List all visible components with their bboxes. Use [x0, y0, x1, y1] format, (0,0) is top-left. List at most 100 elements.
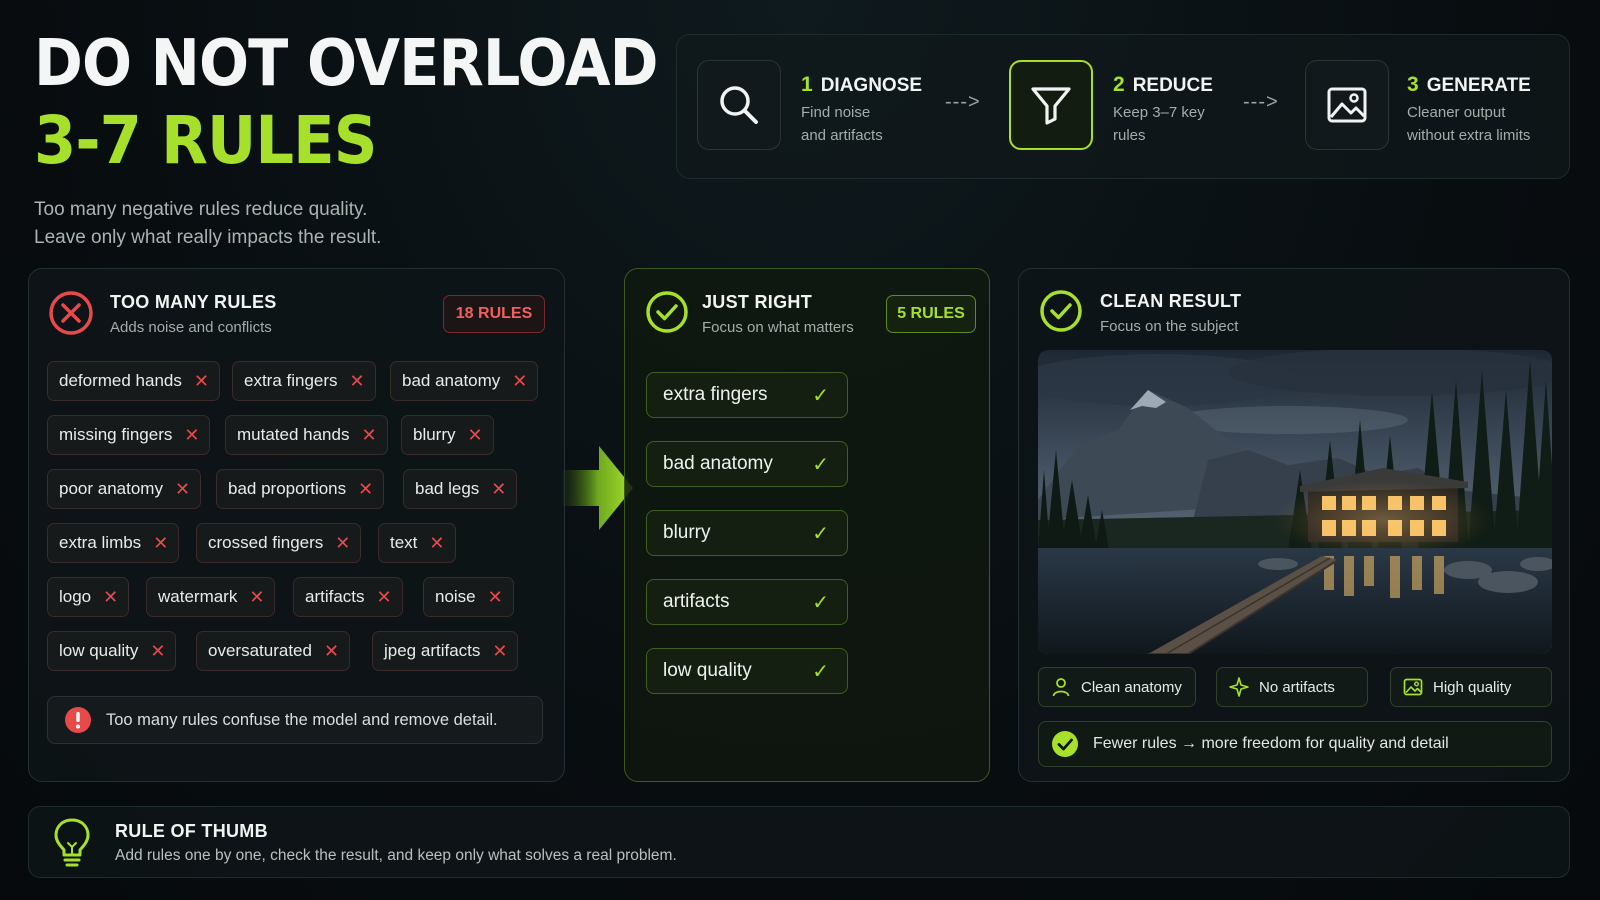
feature-no-artifacts: No artifacts: [1216, 667, 1368, 707]
rule-chip[interactable]: bad anatomy ✕: [390, 361, 539, 401]
rule-chip[interactable]: crossed fingers ✕: [196, 523, 362, 563]
step-arrow-2: --->: [1243, 91, 1279, 113]
kept-rule-label: bad anatomy: [663, 453, 773, 474]
remove-icon[interactable]: ✕: [512, 371, 527, 392]
remove-icon[interactable]: ✕: [249, 587, 264, 608]
check-circle-icon: [1040, 290, 1082, 332]
step-1-title: 1 DIAGNOSE: [801, 73, 922, 97]
chip-label: artifacts: [305, 587, 365, 606]
remove-icon[interactable]: ✕: [324, 641, 339, 662]
rule-chip[interactable]: deformed hands ✕: [47, 361, 220, 401]
page-title-line2: 3-7 RULES: [34, 102, 377, 179]
remove-icon[interactable]: ✕: [429, 533, 444, 554]
rule-chip[interactable]: artifacts ✕: [293, 577, 403, 617]
rule-count-badge-green: 5 RULES: [886, 295, 976, 333]
kept-rule[interactable]: bad anatomy ✓: [646, 441, 848, 487]
step-3-desc-line1: Cleaner output: [1407, 104, 1506, 121]
rule-chip[interactable]: poor anatomy ✕: [47, 469, 202, 509]
tip-title: RULE OF THUMB: [115, 821, 268, 841]
remove-icon[interactable]: ✕: [175, 479, 190, 500]
step-3-number: 3: [1407, 73, 1419, 96]
remove-icon[interactable]: ✕: [103, 587, 118, 608]
kept-rule[interactable]: artifacts ✓: [646, 579, 848, 625]
step-2-desc-line2: rules: [1113, 127, 1146, 144]
step-arrow-1: --->: [945, 91, 981, 113]
step-2-label: REDUCE: [1132, 75, 1213, 96]
step-1-number: 1: [801, 73, 813, 96]
chip-label: oversaturated: [208, 641, 312, 660]
step-3-desc: Cleaner output without extra limits: [1407, 101, 1530, 147]
chip-label: watermark: [158, 587, 238, 606]
page-title-line1: DO NOT OVERLOAD: [34, 27, 658, 101]
rule-chip[interactable]: logo ✕: [47, 577, 130, 617]
summary-text: Fewer rules → more freedom for quality a…: [1093, 735, 1449, 752]
rule-chip[interactable]: noise ✕: [423, 577, 514, 617]
remove-icon[interactable]: ✕: [150, 641, 165, 662]
tip-text: Add rules one by one, check the result, …: [115, 847, 677, 864]
kept-rule[interactable]: blurry ✓: [646, 510, 848, 556]
rule-chip[interactable]: mutated hands ✕: [225, 415, 388, 455]
person-icon: [1052, 678, 1070, 697]
rule-chip[interactable]: blurry ✕: [401, 415, 494, 455]
chip-label: text: [390, 533, 418, 552]
step-1-icon-box: [697, 60, 781, 150]
chip-label: logo: [59, 587, 92, 606]
just-right-subtitle: Focus on what matters: [702, 319, 854, 336]
result-image: [1038, 350, 1552, 654]
rule-chip[interactable]: text ✕: [378, 523, 456, 563]
sparkle-icon: [1229, 677, 1249, 697]
rule-chip[interactable]: bad legs ✕: [403, 469, 518, 509]
check-badge-icon: [1052, 731, 1078, 757]
remove-icon[interactable]: ✕: [184, 425, 199, 446]
warning-bar: Too many rules confuse the model and rem…: [47, 696, 543, 744]
remove-icon[interactable]: ✕: [350, 371, 365, 392]
chip-label: crossed fingers: [208, 533, 324, 552]
step-2-desc-line1: Keep 3–7 key: [1113, 104, 1205, 121]
rule-chip[interactable]: bad proportions ✕: [216, 469, 385, 509]
warning-text: Too many rules confuse the model and rem…: [106, 710, 498, 729]
remove-icon[interactable]: ✕: [488, 587, 503, 608]
check-icon: ✓: [812, 660, 829, 683]
rule-chip[interactable]: watermark ✕: [146, 577, 276, 617]
kept-rule-label: artifacts: [663, 591, 730, 612]
subtitle-line1: Too many negative rules reduce quality.: [34, 199, 368, 220]
rule-chip[interactable]: jpeg artifacts ✕: [372, 631, 519, 671]
feature-high-quality: High quality: [1390, 667, 1552, 707]
lightbulb-icon: [54, 818, 90, 867]
remove-icon[interactable]: ✕: [468, 425, 483, 446]
remove-icon[interactable]: ✕: [194, 371, 209, 392]
chip-label: bad anatomy: [402, 371, 501, 390]
step-2-number: 2: [1113, 73, 1125, 96]
rule-chip[interactable]: oversaturated ✕: [196, 631, 351, 671]
remove-icon[interactable]: ✕: [153, 533, 168, 554]
filter-icon: [1031, 87, 1071, 125]
remove-icon[interactable]: ✕: [358, 479, 373, 500]
too-many-subtitle: Adds noise and conflicts: [110, 319, 272, 336]
feature-label: No artifacts: [1259, 678, 1335, 696]
remove-icon[interactable]: ✕: [361, 425, 376, 446]
remove-icon[interactable]: ✕: [335, 533, 350, 554]
chip-label: bad legs: [415, 479, 480, 498]
step-2-title: 2 REDUCE: [1113, 73, 1213, 97]
subtitle-line2: Leave only what really impacts the resul…: [34, 227, 382, 248]
too-many-title: TOO MANY RULES: [110, 292, 277, 312]
rule-chip[interactable]: extra limbs ✕: [47, 523, 180, 563]
rule-chip[interactable]: low quality ✕: [47, 631, 177, 671]
remove-icon[interactable]: ✕: [377, 587, 392, 608]
rule-count-badge-red: 18 RULES: [443, 295, 545, 333]
chip-label: mutated hands: [237, 425, 350, 444]
chip-label: low quality: [59, 641, 139, 660]
step-1-label: DIAGNOSE: [820, 75, 923, 96]
rule-chip[interactable]: missing fingers ✕: [47, 415, 211, 455]
remove-icon[interactable]: ✕: [491, 479, 506, 500]
kept-rule[interactable]: low quality ✓: [646, 648, 848, 694]
step-1-desc-line2: and artifacts: [801, 127, 883, 144]
remove-icon[interactable]: ✕: [492, 641, 507, 662]
kept-rule[interactable]: extra fingers ✓: [646, 372, 848, 418]
error-circle-icon: [49, 291, 93, 335]
chip-label: bad proportions: [228, 479, 347, 498]
feature-label: High quality: [1433, 678, 1512, 696]
check-icon: ✓: [812, 384, 829, 407]
step-2-icon-box: [1009, 60, 1093, 150]
rule-chip[interactable]: extra fingers ✕: [232, 361, 376, 401]
